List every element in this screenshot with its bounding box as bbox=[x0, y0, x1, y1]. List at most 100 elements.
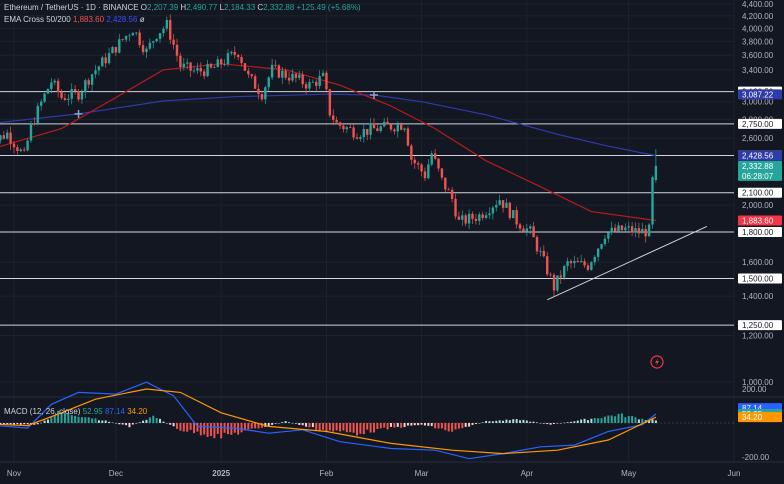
candle-body bbox=[433, 153, 437, 159]
candle-body bbox=[70, 89, 73, 99]
time-tick-label[interactable]: Feb bbox=[320, 469, 334, 478]
macd-indicator-label[interactable]: MACD (12, 26, close) bbox=[4, 407, 80, 416]
macd-histogram-bar bbox=[250, 423, 253, 429]
price-tick-label[interactable]: 2,000.00 bbox=[742, 201, 774, 210]
candle-body bbox=[447, 189, 450, 191]
time-tick-label[interactable]: Apr bbox=[521, 469, 534, 478]
macd-histogram-bar bbox=[322, 423, 325, 430]
price-tick-label[interactable]: 1,600.00 bbox=[742, 258, 774, 267]
macd-histogram-bar bbox=[386, 423, 389, 430]
price-tick-label[interactable]: 4,400.00 bbox=[742, 0, 774, 9]
price-tick-label[interactable]: 2,600.00 bbox=[742, 134, 774, 143]
ema-indicator-label[interactable]: EMA Cross 50/200 bbox=[4, 15, 71, 24]
candle bbox=[325, 70, 328, 91]
signal-value: 87.14 bbox=[104, 407, 125, 416]
price-tick-label[interactable]: 3,400.00 bbox=[742, 66, 774, 75]
candle-body bbox=[162, 28, 165, 34]
candle-body bbox=[26, 140, 29, 151]
time-tick-label[interactable]: May bbox=[621, 469, 636, 478]
candle-body bbox=[549, 274, 552, 276]
time-tick-label[interactable]: 2025 bbox=[212, 469, 230, 478]
candle-body bbox=[478, 214, 481, 221]
macd-histogram-bar bbox=[13, 423, 15, 425]
candle-body bbox=[579, 261, 583, 263]
candle-body bbox=[423, 171, 427, 179]
price-tick-label[interactable]: 3,800.00 bbox=[742, 37, 774, 46]
macd-histogram-bar bbox=[162, 421, 165, 423]
candle-body bbox=[179, 55, 182, 68]
macd-histogram-bar bbox=[16, 423, 19, 425]
macd-histogram-bar bbox=[199, 423, 202, 436]
time-tick-label[interactable]: Dec bbox=[109, 469, 123, 478]
macd-value: 52.95 bbox=[82, 407, 103, 416]
candle bbox=[111, 45, 114, 54]
macd-histogram-bar bbox=[417, 423, 420, 426]
candle bbox=[651, 175, 654, 229]
macd-histogram-bar bbox=[169, 423, 172, 425]
price-tick-label[interactable]: 1,200.00 bbox=[742, 331, 774, 340]
macd-histogram-bar bbox=[172, 423, 175, 427]
candle-body bbox=[87, 80, 90, 85]
symbol-title[interactable]: Ethereum / TetherUS · 1D · BINANCE bbox=[4, 3, 139, 12]
macd-histogram-bar bbox=[461, 423, 464, 429]
candle bbox=[36, 102, 39, 126]
candle-body bbox=[277, 65, 281, 78]
macd-histogram-bar bbox=[400, 423, 403, 428]
candle-body bbox=[457, 216, 461, 220]
candle-body bbox=[529, 226, 532, 229]
candle-body bbox=[50, 82, 53, 89]
candle-body bbox=[501, 200, 505, 208]
candle-body bbox=[620, 225, 624, 231]
macd-histogram-bar bbox=[179, 423, 182, 431]
price-tick-label[interactable]: 1,400.00 bbox=[742, 292, 774, 301]
macd-histogram-bar bbox=[525, 420, 528, 423]
candle bbox=[647, 222, 651, 237]
macd-histogram-bar bbox=[607, 415, 610, 423]
candle-body bbox=[481, 214, 484, 218]
candle-body bbox=[308, 82, 311, 89]
candle-body bbox=[101, 57, 104, 67]
ema200-value: 2,428.56 bbox=[106, 15, 138, 24]
candle-body bbox=[630, 226, 634, 233]
macd-tick-label[interactable]: 200.00 bbox=[742, 385, 767, 394]
macd-histogram-bar bbox=[457, 423, 460, 429]
candle-body bbox=[461, 215, 464, 220]
candle-body bbox=[39, 101, 43, 106]
macd-histogram-bar bbox=[498, 420, 501, 423]
level-badge-5: 1,500.00 bbox=[738, 273, 782, 284]
candle-body bbox=[474, 218, 478, 221]
macd-legend[interactable]: MACD (12, 26, close) 52.95 87.14 34.20 bbox=[4, 407, 147, 417]
symbol-legend[interactable]: Ethereum / TetherUS · 1D · BINANCE O2,20… bbox=[4, 3, 361, 13]
time-tick-label[interactable]: Nov bbox=[7, 469, 21, 478]
candle-body bbox=[56, 80, 60, 93]
macd-histogram-bar bbox=[359, 423, 362, 434]
macd-histogram-bar bbox=[342, 423, 345, 431]
candle-body bbox=[321, 72, 325, 77]
candle-body bbox=[569, 261, 573, 264]
candle-body bbox=[345, 127, 349, 130]
candle bbox=[29, 121, 33, 143]
macd-histogram-bar bbox=[43, 420, 46, 423]
price-tick-label[interactable]: 3,600.00 bbox=[742, 51, 774, 60]
candle-body bbox=[399, 124, 403, 130]
macd-tick-label[interactable]: -200.00 bbox=[742, 453, 770, 462]
price-tick-label[interactable]: 4,200.00 bbox=[742, 12, 774, 21]
macd-histogram-bar bbox=[220, 423, 223, 439]
time-tick-label[interactable]: Jun bbox=[728, 469, 741, 478]
price-tick-label[interactable]: 4,000.00 bbox=[742, 24, 774, 33]
macd-histogram-bar bbox=[138, 422, 141, 423]
macd-histogram-bar bbox=[288, 422, 291, 423]
macd-histogram-bar bbox=[36, 423, 39, 425]
macd-histogram-bar bbox=[352, 423, 355, 433]
ema-extra-icon[interactable]: ø bbox=[140, 15, 145, 24]
candle-body bbox=[189, 62, 192, 71]
macd-histogram-bar bbox=[583, 418, 586, 423]
time-tick-label[interactable]: Mar bbox=[415, 469, 429, 478]
macd-histogram-bar bbox=[515, 419, 518, 423]
candle-body bbox=[406, 128, 410, 146]
candle-body bbox=[118, 39, 121, 53]
ema-legend[interactable]: EMA Cross 50/200 1,883.60 2,428.56 ø bbox=[4, 15, 145, 25]
macd-histogram-bar bbox=[631, 416, 634, 423]
candle bbox=[590, 261, 593, 271]
time-axis[interactable]: Nov Dec 2025 Feb Mar Apr May Jun bbox=[0, 461, 784, 484]
